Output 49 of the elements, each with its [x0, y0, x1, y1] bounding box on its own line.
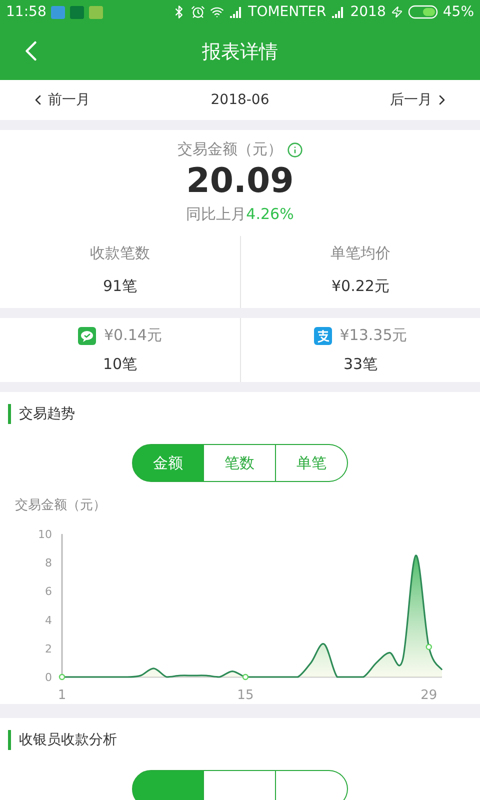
battery-percent: 45% [442, 4, 474, 20]
payment-app-icon [314, 326, 332, 344]
charging-icon [390, 6, 403, 18]
stat-label: 收款笔数 [90, 244, 150, 263]
comparison-text: 同比上月 4.26% [186, 205, 294, 224]
x-tick-label: 1 [58, 688, 66, 703]
segment-tab[interactable]: 单笔 [276, 444, 348, 482]
stat-value: ¥0.22元 [332, 277, 390, 296]
carrier-name: TOMENTER [248, 4, 326, 20]
section-title: 收银员收款分析 [19, 731, 117, 749]
alarm-icon [191, 5, 206, 19]
previous-month-button[interactable]: 前一月 [30, 91, 90, 109]
info-icon[interactable] [286, 142, 302, 158]
section-title: 交易趋势 [19, 405, 75, 423]
payment-amount: ¥13.35元 [340, 326, 408, 345]
next-month-button[interactable]: 后一月 [390, 91, 450, 109]
y-tick-label: 8 [45, 556, 52, 570]
y-tick-label: 0 [45, 671, 52, 684]
payment-amount: ¥0.14元 [104, 326, 162, 345]
battery-icon [408, 5, 438, 19]
y-tick-label: 2 [45, 642, 52, 656]
payment-count: 10笔 [102, 355, 138, 374]
segment-tab[interactable] [132, 770, 204, 800]
network-label: 2018 [350, 4, 386, 20]
status-time: 11:58 [6, 4, 46, 20]
y-tick-label: 4 [45, 614, 52, 627]
amount-label: 交易金额（元） [178, 140, 282, 159]
chat-bubble-icon [78, 326, 96, 344]
chart-y-label: 交易金额（元） [14, 497, 107, 514]
notification-icon [51, 6, 66, 18]
current-month: 2018-06 [210, 92, 270, 108]
signal-icon [331, 6, 346, 18]
page-title: 报表详情 [202, 40, 278, 65]
segment-tab[interactable] [204, 770, 276, 800]
y-tick-label: 10 [38, 528, 52, 541]
segment-tab[interactable]: 笔数 [204, 444, 276, 482]
segment-tab[interactable]: 金额 [132, 444, 204, 482]
total-amount: 20.09 [186, 160, 294, 203]
x-tick-label: 15 [237, 688, 254, 703]
y-tick-label: 6 [45, 585, 52, 598]
x-tick-label: 29 [420, 688, 438, 703]
segment-tab[interactable] [276, 770, 348, 800]
payment-count: 33笔 [343, 355, 378, 374]
signal-icon [229, 6, 244, 18]
stat-label: 单笔均价 [330, 244, 390, 263]
notification-icon [70, 6, 84, 18]
stat-value: 91笔 [102, 277, 138, 296]
wifi-icon [210, 5, 224, 19]
notification-icon [89, 6, 104, 18]
